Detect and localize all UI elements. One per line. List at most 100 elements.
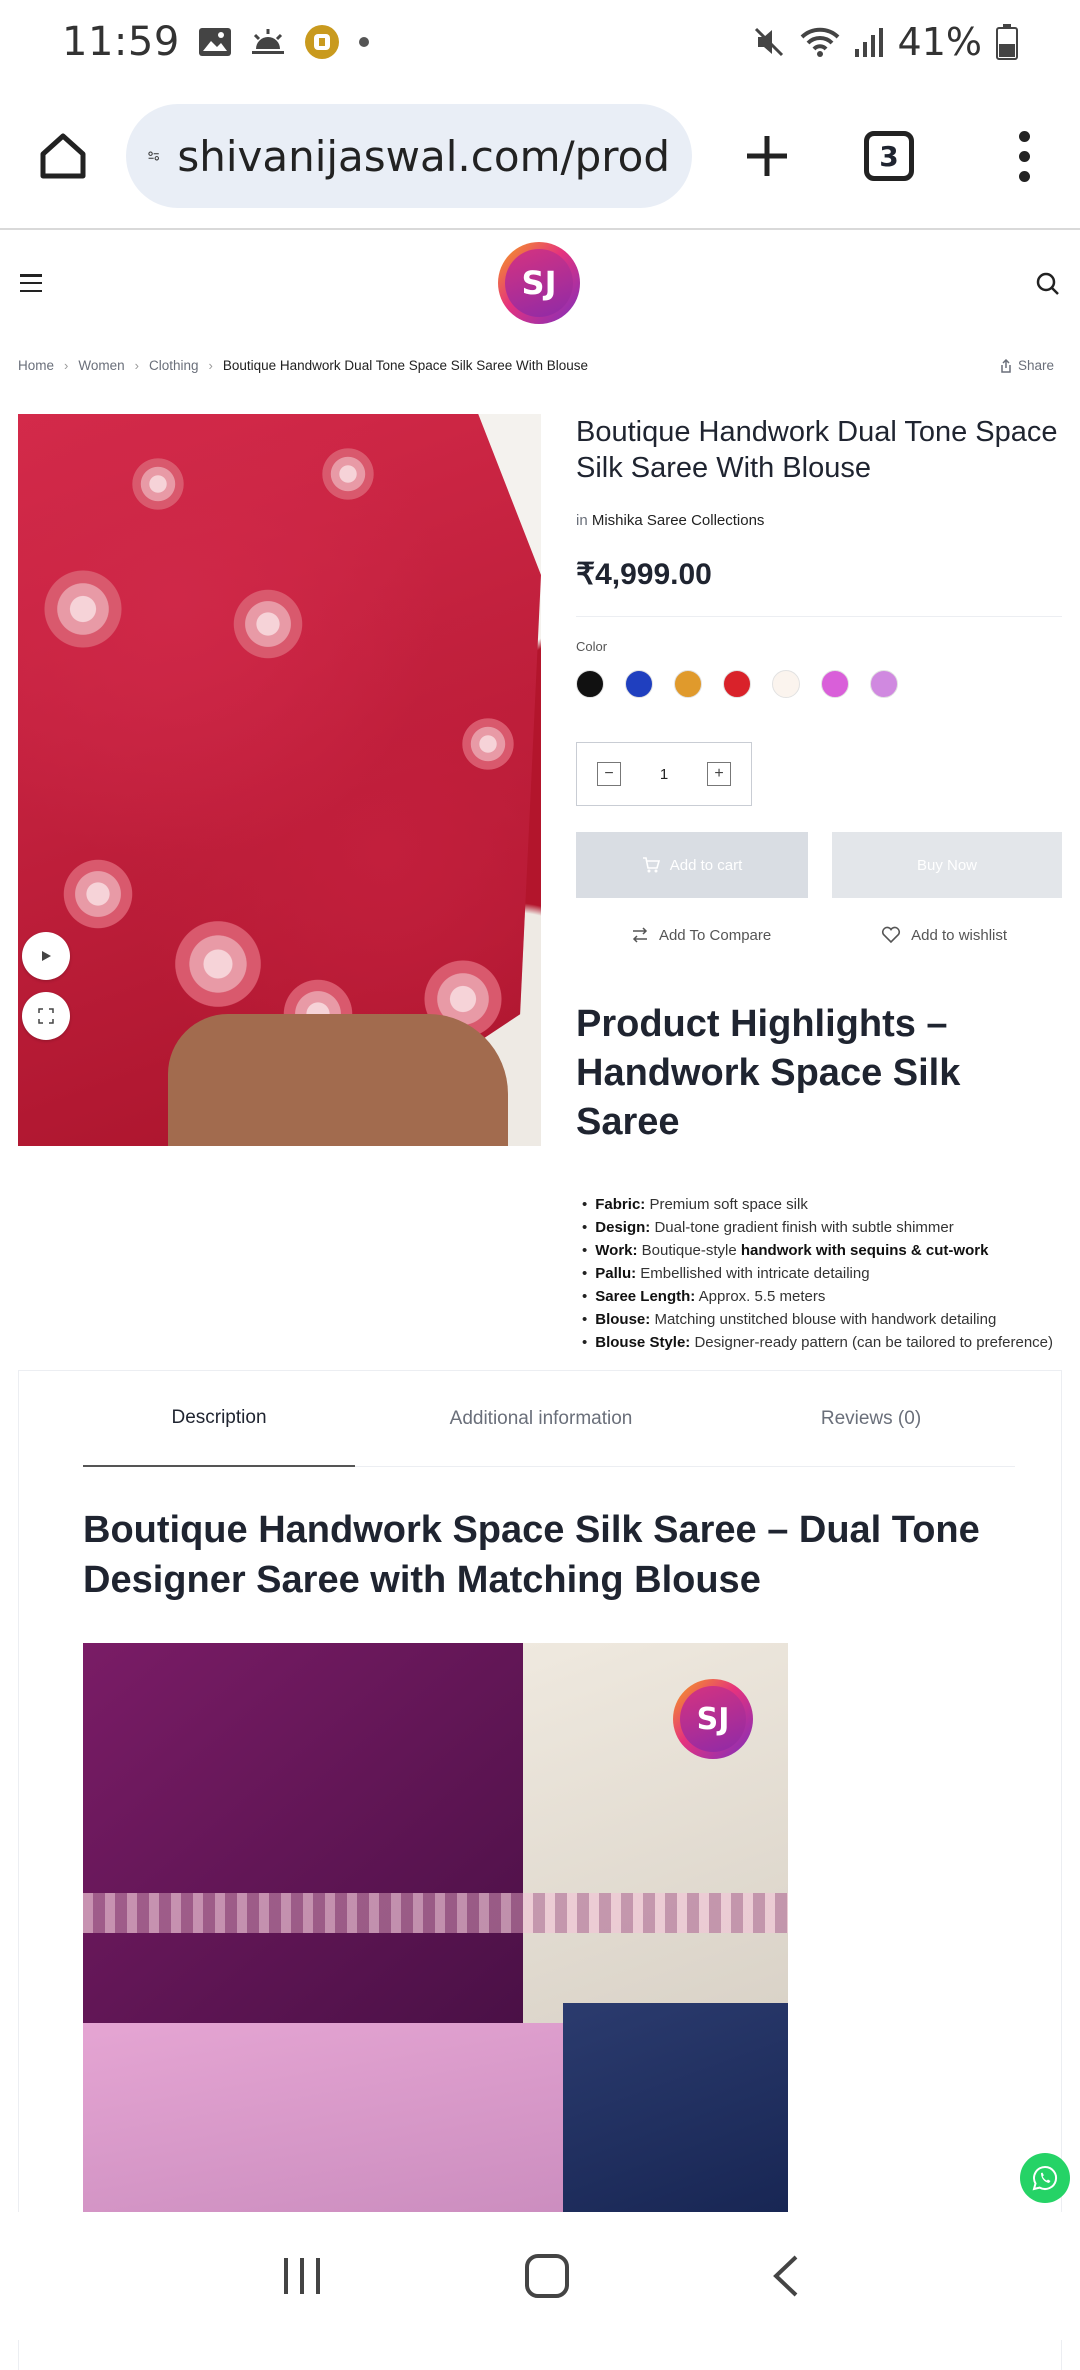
product-image[interactable] xyxy=(18,414,541,1146)
status-bar: 11:59 41% xyxy=(0,0,1080,84)
quantity-value[interactable]: 1 xyxy=(660,766,668,783)
back-icon[interactable] xyxy=(770,2254,800,2298)
embroidery-motif xyxy=(318,444,378,504)
signal-icon xyxy=(854,28,883,57)
tab-reviews[interactable]: Reviews (0) xyxy=(727,1371,1015,1467)
system-navigation-bar xyxy=(0,2212,1080,2340)
tab-description[interactable]: Description xyxy=(83,1371,355,1467)
watermark-logo: SJ xyxy=(673,1679,753,1759)
product-info: Boutique Handwork Dual Tone Space Silk S… xyxy=(576,414,1062,1354)
play-icon xyxy=(42,951,51,961)
color-swatch[interactable] xyxy=(576,670,604,698)
quantity-decrease-button[interactable]: − xyxy=(597,762,621,786)
compare-icon xyxy=(632,927,648,943)
highlights-list: Fabric: Premium soft space silkDesign: D… xyxy=(576,1193,1062,1354)
color-label: Color xyxy=(576,639,608,654)
share-label: Share xyxy=(1017,358,1054,373)
add-to-wishlist-button[interactable]: Add to wishlist xyxy=(881,926,1007,944)
add-to-compare-button[interactable]: Add To Compare xyxy=(631,926,771,944)
site-settings-icon xyxy=(148,151,159,161)
embroidery-motif xyxy=(228,584,308,664)
product-price: ₹4,999.00 xyxy=(576,557,1062,617)
menu-dot-icon xyxy=(1018,130,1030,142)
expand-icon xyxy=(38,1008,54,1024)
weather-icon xyxy=(251,29,284,54)
color-swatch[interactable] xyxy=(625,670,653,698)
status-time: 11:59 xyxy=(62,19,180,65)
highlight-item: Work: Boutique-style handwork with sequi… xyxy=(576,1239,1062,1262)
highlights-title: Product Highlights – Handwork Space Silk… xyxy=(576,1003,961,1143)
browser-toolbar: shivanijaswal.com/prod 3 xyxy=(0,84,1080,230)
embroidery-motif xyxy=(38,564,128,654)
heart-icon xyxy=(882,926,901,944)
home-nav-icon[interactable] xyxy=(524,2253,570,2299)
battery-icon xyxy=(996,24,1018,60)
add-to-compare-label: Add To Compare xyxy=(658,926,772,944)
color-swatch[interactable] xyxy=(723,670,751,698)
tab-switcher-button[interactable]: 3 xyxy=(864,131,914,181)
gallery-icon xyxy=(198,28,231,56)
tab-bar: Description Additional information Revie… xyxy=(83,1371,1015,1467)
highlight-item: Fabric: Premium soft space silk xyxy=(576,1193,1062,1216)
whatsapp-chat-button[interactable] xyxy=(1020,2153,1070,2203)
breadcrumb-home[interactable]: Home xyxy=(18,358,54,373)
quantity-increase-button[interactable]: + xyxy=(707,762,731,786)
watermark-logo-text: SJ xyxy=(680,1686,746,1752)
play-video-button[interactable] xyxy=(22,932,70,980)
add-to-wishlist-label: Add to wishlist xyxy=(911,926,1008,944)
site-header: SJ xyxy=(0,232,1080,342)
quantity-stepper: − 1 + xyxy=(576,742,752,806)
breadcrumb-current: Boutique Handwork Dual Tone Space Silk S… xyxy=(222,358,589,373)
fullscreen-button[interactable] xyxy=(22,992,70,1040)
url-text: shivanijaswal.com/prod xyxy=(177,131,670,181)
description-image: SJ xyxy=(83,1643,788,2243)
logo-text: SJ xyxy=(505,249,573,317)
share-button[interactable]: Share xyxy=(1000,358,1054,373)
brand-prefix: in xyxy=(576,512,588,529)
color-swatches xyxy=(576,670,1062,698)
highlight-item: Saree Length: Approx. 5.5 meters xyxy=(576,1285,1062,1308)
chevron-right-icon: › xyxy=(134,358,139,373)
mute-icon xyxy=(754,27,783,57)
brand-link[interactable]: Mishika Saree Collections xyxy=(592,512,765,529)
highlight-item: Blouse: Matching unstitched blouse with … xyxy=(576,1308,1062,1331)
new-tab-button[interactable] xyxy=(732,121,802,191)
home-icon xyxy=(40,133,86,179)
embroidery-motif xyxy=(458,714,518,774)
site-logo[interactable]: SJ xyxy=(498,242,580,324)
breadcrumb-women[interactable]: Women xyxy=(78,358,124,373)
dot-icon xyxy=(358,37,369,47)
product-title: Boutique Handwork Dual Tone Space Silk S… xyxy=(576,416,1058,484)
add-to-cart-button[interactable]: Add to cart xyxy=(576,832,808,898)
breadcrumb: Home › Women › Clothing › Boutique Handw… xyxy=(18,358,588,373)
menu-dot-icon xyxy=(1018,170,1030,182)
embroidery-motif xyxy=(128,454,188,514)
browser-menu-button[interactable] xyxy=(1014,130,1034,182)
description-title: Boutique Handwork Space Silk Saree – Dua… xyxy=(83,1509,980,1601)
menu-dot-icon xyxy=(1018,150,1030,162)
recent-apps-icon[interactable] xyxy=(280,2256,324,2296)
color-swatch[interactable] xyxy=(674,670,702,698)
chevron-right-icon: › xyxy=(208,358,213,373)
url-bar[interactable]: shivanijaswal.com/prod xyxy=(126,104,692,208)
breadcrumb-clothing[interactable]: Clothing xyxy=(149,358,199,373)
hand xyxy=(168,1014,508,1146)
cart-icon xyxy=(642,857,660,873)
whatsapp-icon xyxy=(1032,2165,1057,2191)
color-swatch[interactable] xyxy=(821,670,849,698)
app-notification-icon xyxy=(304,25,339,59)
home-button[interactable] xyxy=(30,123,96,189)
tab-additional-information[interactable]: Additional information xyxy=(355,1371,727,1467)
hamburger-menu-icon[interactable] xyxy=(20,274,42,292)
wifi-icon xyxy=(800,27,839,57)
embroidery-motif xyxy=(168,914,268,1014)
buy-now-button[interactable]: Buy Now xyxy=(832,832,1062,898)
highlight-item: Pallu: Embellished with intricate detail… xyxy=(576,1262,1062,1285)
color-swatch[interactable] xyxy=(772,670,800,698)
embroidery-motif xyxy=(58,854,138,934)
plus-icon xyxy=(747,136,787,176)
search-icon[interactable] xyxy=(1036,272,1060,296)
highlight-item: Blouse Style: Designer-ready pattern (ca… xyxy=(576,1331,1062,1354)
color-swatch[interactable] xyxy=(870,670,898,698)
battery-percent: 41% xyxy=(897,20,982,64)
